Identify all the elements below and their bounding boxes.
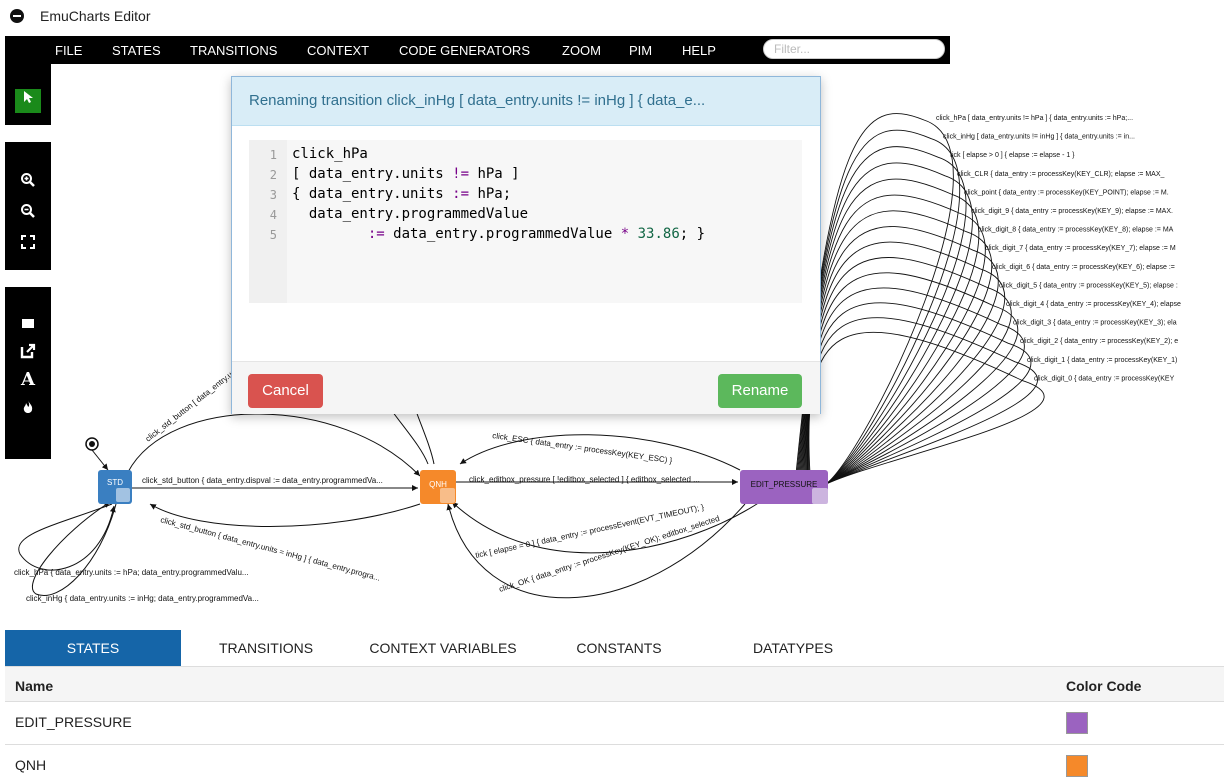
cancel-button[interactable]: Cancel (248, 374, 323, 408)
self-loop-label[interactable]: click_digit_0 { data_entry := processKey… (1034, 375, 1175, 382)
line-number: 3 (269, 188, 277, 202)
self-loop-edge[interactable] (806, 287, 1025, 485)
label-std-to-qnh[interactable]: click_std_button { data_entry.dispval :=… (142, 476, 383, 485)
self-loop-label[interactable]: click_digit_7 { data_entry := processKey… (985, 245, 1176, 252)
menu-context[interactable]: CONTEXT (307, 43, 369, 58)
self-loop-label[interactable]: click_digit_1 { data_entry := processKey… (1027, 357, 1177, 364)
self-loop-edge[interactable] (808, 317, 1038, 485)
self-loop-label[interactable]: click_digit_2 { data_entry := processKey… (1020, 338, 1178, 345)
code-editor[interactable]: 1 2 3 4 5 click_hPa [ data_entry.units !… (249, 140, 802, 303)
column-header-name: Name (15, 678, 54, 694)
menu-pim[interactable]: PIM (629, 43, 652, 58)
self-loop-label[interactable]: click_digit_4 { data_entry := processKey… (1006, 301, 1181, 308)
self-loop-label[interactable]: click_point { data_entry := processKey(K… (964, 189, 1169, 196)
self-loop-label[interactable]: click_hPa [ data_entry.units != hPa ] { … (936, 115, 1133, 122)
self-loop-label[interactable]: click_digit_6 { data_entry := processKey… (992, 264, 1175, 271)
menu-file[interactable]: FILE (55, 43, 82, 58)
dialog-title: Renaming transition click_inHg [ data_en… (249, 92, 706, 109)
menu-help[interactable]: HELP (682, 43, 716, 58)
table-row[interactable]: EDIT_PRESSURE (5, 701, 1224, 745)
tab-states[interactable]: STATES (5, 630, 181, 666)
column-header-color: Color Code (1066, 678, 1142, 694)
state-name-cell: EDIT_PRESSURE (15, 714, 132, 730)
self-loop-edge[interactable] (805, 272, 1019, 485)
edge-std-self-inhg[interactable] (31, 501, 117, 596)
tab-datatypes[interactable]: DATATYPES (735, 630, 851, 666)
self-loop-label[interactable]: click_inHg [ data_entry.units != inHg ] … (943, 134, 1135, 141)
initial-transition (91, 449, 109, 471)
state-qnh-label: QNH (429, 480, 447, 489)
menu-bar: FILE STATES TRANSITIONS CONTEXT CODE GEN… (5, 36, 950, 64)
rename-button[interactable]: Rename (718, 374, 802, 408)
rename-transition-dialog: Renaming transition click_inHg [ data_en… (231, 76, 821, 414)
self-loop-label[interactable]: click_digit_8 { data_entry := processKey… (978, 227, 1174, 234)
line-number: 2 (269, 168, 277, 182)
self-loop-label[interactable]: click_digit_3 { data_entry := processKey… (1013, 320, 1177, 327)
self-loop-label[interactable]: tick [ elapse > 0 ] { elapse := elapse -… (950, 152, 1075, 159)
color-swatch[interactable] (1066, 712, 1088, 734)
label-edit-to-qnh-esc[interactable]: click_ESC { data_entry := processKey(KEY… (492, 431, 673, 465)
line-number-gutter: 1 2 3 4 5 (249, 140, 287, 303)
menu-code-generators[interactable]: CODE GENERATORS (399, 43, 530, 58)
state-name-cell: QNH (15, 757, 47, 773)
tab-context-variables[interactable]: CONTEXT VARIABLES (357, 630, 529, 666)
tab-constants[interactable]: CONSTANTS (561, 630, 677, 666)
dialog-footer: Cancel Rename (232, 361, 820, 414)
tab-transitions[interactable]: TRANSITIONS (201, 630, 331, 666)
self-loop-edge[interactable] (802, 226, 999, 485)
bottom-tab-bar: STATES TRANSITIONS CONTEXT VARIABLES CON… (5, 630, 1224, 666)
code-line[interactable]: := data_entry.programmedValue * 33.86; } (292, 226, 705, 242)
code-line[interactable]: click_hPa (292, 146, 368, 162)
self-loop-label[interactable]: click_digit_9 { data_entry := processKey… (971, 208, 1173, 215)
line-number: 5 (269, 228, 277, 242)
self-loop-transitions: click_hPa [ data_entry.units != hPa ] { … (795, 113, 1181, 485)
label-std-self-inhg[interactable]: click_inHg { data_entry.units := inHg; d… (26, 594, 259, 603)
state-qnh[interactable]: QNH (420, 470, 456, 504)
line-number: 4 (269, 208, 277, 222)
state-std-label: STD (107, 478, 123, 487)
table-row[interactable]: QNH (5, 744, 1224, 777)
app-icon (10, 9, 24, 23)
dialog-header: Renaming transition click_inHg [ data_en… (232, 77, 820, 126)
code-line[interactable]: [ data_entry.units != hPa ] (292, 166, 520, 182)
initial-state-dot (89, 441, 95, 447)
self-loop-edge[interactable] (807, 302, 1031, 485)
code-line[interactable]: { data_entry.units := hPa; (292, 186, 511, 202)
label-std-self-hpa[interactable]: click_hPa { data_entry.units := hPa; dat… (14, 568, 249, 577)
filter-input[interactable] (763, 39, 945, 59)
self-loop-label[interactable]: click_CLR { data_entry := processKey(KEY… (957, 171, 1164, 178)
menu-states[interactable]: STATES (112, 43, 161, 58)
menu-zoom[interactable]: ZOOM (562, 43, 601, 58)
title-bar: EmuCharts Editor (0, 0, 1224, 34)
self-loop-edge[interactable] (803, 241, 1006, 485)
state-std[interactable]: STD (98, 470, 132, 504)
state-edit-pressure[interactable]: EDIT_PRESSURE (740, 470, 828, 504)
label-qnh-to-edit[interactable]: click_editbox_pressure [ !editbox_select… (469, 475, 700, 484)
code-line[interactable]: data_entry.programmedValue (292, 206, 528, 222)
menu-transitions[interactable]: TRANSITIONS (190, 43, 277, 58)
self-loop-edge[interactable] (799, 178, 980, 485)
table-header-row: Name Color Code (5, 666, 1224, 702)
state-edit-pressure-label: EDIT_PRESSURE (751, 480, 818, 489)
window-title: EmuCharts Editor (40, 8, 151, 24)
line-number: 1 (269, 148, 277, 162)
self-loop-label[interactable]: click_digit_5 { data_entry := processKey… (999, 282, 1178, 289)
